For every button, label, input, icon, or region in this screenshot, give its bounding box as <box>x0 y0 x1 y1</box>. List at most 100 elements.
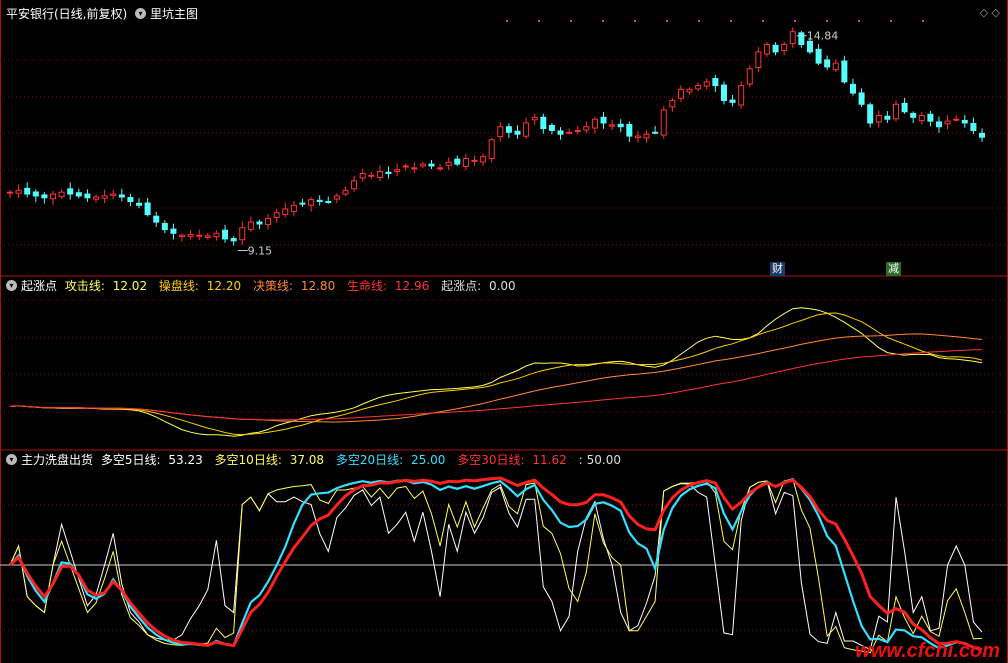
panel2-header: ▾ 起涨点 攻击线: 12.02 操盘线: 12.20 决策线: 12.80 生命… <box>6 278 524 294</box>
candle-body-102 <box>884 115 891 120</box>
panel3-toggle-icon[interactable]: ▾ <box>6 454 17 465</box>
candle-body-36 <box>316 199 323 203</box>
signal-dot-98 <box>794 20 796 22</box>
badge-reduce[interactable]: 减 <box>886 262 901 276</box>
panel2-item-1: 操盘线: 12.20 <box>159 279 245 293</box>
candle-body-26 <box>230 238 237 242</box>
candle-body-37 <box>325 201 332 204</box>
candle-body-1 <box>15 189 22 194</box>
candle-body-92 <box>798 32 805 45</box>
candle-body-0 <box>7 191 13 194</box>
candle-body-76 <box>660 109 667 136</box>
badge-financial[interactable]: 财 <box>770 262 785 276</box>
candle-body-57 <box>497 126 504 138</box>
candle-body-19 <box>170 228 177 234</box>
panel3-value-3: 11.62 <box>532 453 567 467</box>
candle-body-86 <box>746 68 753 85</box>
panel3-value-1: 37.08 <box>289 453 325 467</box>
candle-body-54 <box>471 159 478 162</box>
panel3-label-4: : <box>578 453 583 467</box>
candle-body-24 <box>213 232 220 238</box>
candle-body-82 <box>712 78 719 87</box>
candle-body-15 <box>136 202 143 206</box>
candle-body-110 <box>953 118 960 121</box>
candle-body-80 <box>695 85 702 90</box>
panel3-value-2: 25.00 <box>411 453 446 467</box>
candle-body-12 <box>110 193 117 197</box>
candle-body-87 <box>755 51 762 69</box>
signal-dot-102 <box>826 20 828 22</box>
candle-body-18 <box>161 223 168 231</box>
candle-body-2 <box>24 187 31 195</box>
candle-body-21 <box>187 233 194 237</box>
candle-body-99 <box>858 92 865 105</box>
candle-body-98 <box>849 83 856 94</box>
panel2-item-0: 攻击线: 12.02 <box>65 279 151 293</box>
candle-body-30 <box>265 217 272 225</box>
candle-body-35 <box>308 199 315 206</box>
candle-body-101 <box>875 114 882 123</box>
candle-body-79 <box>686 88 693 93</box>
main-panel-header: 平安银行(日线,前复权) ▾ 里坑主图 <box>6 6 202 22</box>
candle-body-29 <box>256 221 263 225</box>
candle-body-51 <box>445 161 452 166</box>
panel3-value-0: 53.23 <box>168 453 203 467</box>
signal-dot-70 <box>570 20 572 22</box>
candle-body-64 <box>557 130 564 135</box>
diamond-icon-2[interactable]: ◇ <box>992 6 1000 19</box>
candle-body-88 <box>763 43 770 55</box>
candle-body-47 <box>411 167 418 170</box>
panel-controls: ◇ ◇ <box>980 6 1000 19</box>
panel2-label-0: 攻击线: <box>64 279 105 293</box>
candle-body-8 <box>75 192 82 197</box>
candle-body-73 <box>634 135 641 139</box>
candle-body-68 <box>591 118 598 129</box>
candle-body-84 <box>729 99 736 103</box>
candle-body-74 <box>643 133 650 139</box>
candle-body-96 <box>832 62 839 71</box>
candle-body-6 <box>58 191 65 198</box>
main-indicator-name[interactable]: 里坑主图 <box>150 7 198 21</box>
candle-body-67 <box>583 126 590 131</box>
candle-body-3 <box>32 191 39 197</box>
candle-body-112 <box>970 122 977 131</box>
panel2-title[interactable]: 起涨点 <box>21 279 57 293</box>
indicator-toggle-icon[interactable]: ▾ <box>135 8 147 19</box>
signal-dot-90 <box>730 20 732 22</box>
candle-body-69 <box>600 116 607 124</box>
candle-body-95 <box>824 59 831 68</box>
candle-body-33 <box>290 204 297 212</box>
candle-body-13 <box>118 194 125 198</box>
diamond-icon[interactable]: ◇ <box>980 6 988 19</box>
signal-dot-114 <box>922 20 924 22</box>
stock-title[interactable]: 平安银行(日线,前复权) <box>6 7 127 21</box>
chart-canvas[interactable]: 14.84 9.15 <box>0 0 1008 663</box>
candle-body-7 <box>67 188 74 195</box>
panel3-item-1: 多空10日线: 37.08 <box>215 453 329 467</box>
panel2-value-0: 12.02 <box>112 279 148 293</box>
panel3-title[interactable]: 主力洗盘出货 <box>21 453 93 467</box>
candle-body-62 <box>540 116 547 130</box>
high-label: 14.84 <box>807 30 839 43</box>
signal-dot-74 <box>602 20 604 22</box>
panel3-item-0: 多空5日线: 53.23 <box>101 453 207 467</box>
signal-dot-82 <box>666 20 668 22</box>
candle-body-60 <box>523 122 530 137</box>
candle-body-34 <box>299 202 306 205</box>
candle-body-40 <box>351 180 358 190</box>
candle-body-27 <box>239 227 246 241</box>
signal-dot-110 <box>890 20 892 22</box>
panel2-item-4: 起涨点: 0.00 <box>441 279 520 293</box>
candle-body-9 <box>84 193 91 199</box>
panel3-header: ▾ 主力洗盘出货 多空5日线: 53.23 多空10日线: 37.08 多空20日… <box>6 452 629 468</box>
panel2-label-1: 操盘线: <box>158 279 199 293</box>
candle-body-20 <box>179 234 186 238</box>
candle-body-71 <box>617 123 624 128</box>
panel2-value-3: 12.96 <box>394 279 430 293</box>
panel3-label-2: 多空20日线: <box>335 453 404 467</box>
candle-body-48 <box>419 163 426 167</box>
panel2-value-1: 12.20 <box>206 279 242 293</box>
panel2-toggle-icon[interactable]: ▾ <box>6 280 17 291</box>
candle-body-41 <box>359 172 366 179</box>
candle-body-70 <box>609 124 616 127</box>
